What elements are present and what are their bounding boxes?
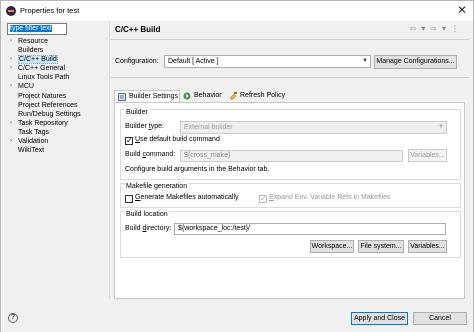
generate-makefiles-label: Generate Makefiles automatically — [135, 194, 239, 201]
back-menu-icon[interactable]: ▾ — [421, 24, 427, 33]
filter-input[interactable]: type filter text — [7, 23, 67, 35]
tree-item-label: Validation — [18, 138, 49, 146]
builder-type-label: Builder type: — [125, 123, 164, 130]
tree-item[interactable]: › C/C++ General — [7, 64, 107, 73]
tree-item-label: Builders — [18, 47, 44, 55]
location-variables-button[interactable]: Variables... — [408, 240, 447, 253]
page-title: C/C++ Build — [115, 25, 161, 34]
chevron-right-icon[interactable]: › — [10, 82, 12, 91]
property-tree: › Resource Builders › C/C++ Build › C/C++ Gene… — [7, 37, 107, 155]
tree-item-label: Project Natures — [18, 92, 67, 100]
chevron-down-icon: ▼ — [438, 124, 444, 130]
cancel-button[interactable]: Cancel — [413, 312, 467, 325]
tree-item-label: C/C++ General — [18, 65, 66, 73]
manage-configurations-button[interactable]: Manage Configurations... — [374, 55, 457, 69]
configuration-label: Configuration: — [115, 58, 159, 65]
builder-group-title: Builder — [125, 109, 149, 116]
build-directory-field[interactable]: ${workspace_loc:/test}/ — [174, 223, 446, 235]
tree-item[interactable]: › Task Repository — [7, 119, 107, 128]
tree-item[interactable]: › Validation — [7, 137, 107, 146]
tree-item-label: Linux Tools Path — [18, 74, 70, 82]
command-variables-button[interactable]: Variables... — [408, 149, 447, 162]
behavior-hint-text: Configure build arguments in the Behavio… — [125, 166, 270, 173]
window-title: Properties for test — [20, 6, 80, 15]
builder-type-select[interactable]: External builder ▼ — [180, 121, 447, 134]
makefile-group-title: Makefile generation — [125, 183, 189, 190]
chevron-right-icon[interactable]: › — [10, 137, 12, 146]
help-icon[interactable]: ? — [8, 313, 18, 323]
tab-behavior-label: Behavior — [194, 92, 222, 99]
tree-item-label: Resource — [18, 38, 48, 45]
tree-item[interactable]: › MCU — [7, 82, 107, 91]
title-bar: Properties for test ✕ — [1, 1, 473, 21]
makefile-group: Makefile generation Generate Makefiles a… — [120, 183, 461, 208]
apply-and-close-button[interactable]: Apply and Close — [351, 312, 408, 325]
filter-input-text: type filter text — [10, 25, 52, 32]
chevron-right-icon[interactable]: › — [10, 55, 12, 64]
tree-item[interactable]: Builders — [7, 46, 107, 55]
tree-item[interactable]: Project References — [7, 101, 107, 110]
tree-item-label: Task Repository — [18, 119, 68, 127]
eclipse-logo-icon — [6, 6, 16, 16]
config-separator — [111, 77, 469, 78]
behavior-icon — [183, 92, 191, 100]
tab-builder-settings-label: Builder Settings — [129, 93, 179, 100]
build-command-label: Build command: — [125, 151, 176, 158]
tree-item-label: Project References — [18, 101, 78, 109]
view-menu-icon[interactable]: ⋮ — [451, 24, 461, 33]
forward-icon[interactable]: ⇨ — [430, 24, 439, 33]
tree-item-label: MCU — [18, 83, 34, 91]
chevron-right-icon[interactable]: › — [10, 64, 12, 73]
expand-env-refs-label: Expand Env. Variable Refs in Makefiles — [269, 194, 391, 201]
builder-group: Builder Builder type: External builder ▼… — [120, 109, 461, 180]
title-separator — [111, 39, 469, 40]
configuration-value: Default [ Active ] — [168, 58, 219, 65]
build-command-field[interactable]: ${cross_make} — [180, 150, 403, 162]
tree-item[interactable]: WikiText — [7, 146, 107, 155]
forward-menu-icon[interactable]: ▾ — [442, 24, 448, 33]
workspace-button[interactable]: Workspace... — [310, 240, 354, 253]
builder-settings-panel: Builder Builder type: External builder ▼… — [114, 102, 465, 299]
builder-settings-icon — [118, 93, 126, 101]
sash-divider[interactable] — [109, 21, 110, 299]
tree-item-label: Task Tags — [18, 128, 49, 136]
properties-window: Properties for test ✕ type filter text ›… — [0, 0, 474, 332]
expand-env-refs-checkbox[interactable] — [259, 194, 267, 204]
build-location-group: Build location Build directory: ${worksp… — [120, 211, 461, 258]
builder-type-value: External builder — [184, 124, 233, 131]
use-default-build-command-checkbox[interactable] — [125, 136, 133, 146]
tree-item[interactable]: Project Natures — [7, 92, 107, 101]
tree-item[interactable]: Linux Tools Path — [7, 73, 107, 82]
tree-item[interactable]: Task Tags — [7, 128, 107, 137]
chevron-right-icon[interactable]: › — [10, 37, 12, 46]
use-default-build-command-label: Use default build command — [135, 136, 220, 143]
configuration-select[interactable]: Default [ Active ] ▼ — [164, 55, 371, 68]
tree-item[interactable]: › C/C++ Build — [7, 55, 107, 65]
build-location-group-title: Build location — [125, 211, 169, 218]
tree-item[interactable]: Run/Debug Settings — [7, 110, 107, 119]
chevron-down-icon: ▼ — [362, 58, 368, 64]
close-icon[interactable]: ✕ — [457, 3, 467, 17]
tree-item-label: Run/Debug Settings — [18, 110, 81, 118]
file-system-button[interactable]: File system... — [358, 240, 404, 253]
tree-item-label: C/C++ Build — [18, 55, 58, 65]
tree-item-label: WikiText — [18, 147, 45, 155]
build-directory-label: Build directory: — [125, 225, 172, 232]
generate-makefiles-checkbox[interactable] — [125, 195, 133, 203]
page-nav: ⇦ ▾ ⇨ ▾ ⋮ — [407, 24, 461, 33]
chevron-right-icon[interactable]: › — [10, 119, 12, 128]
tab-refresh-policy-label: Refresh Policy — [240, 92, 286, 99]
back-icon[interactable]: ⇦ — [410, 24, 419, 33]
tree-item[interactable]: › Resource — [7, 37, 107, 46]
refresh-policy-icon — [229, 92, 237, 100]
